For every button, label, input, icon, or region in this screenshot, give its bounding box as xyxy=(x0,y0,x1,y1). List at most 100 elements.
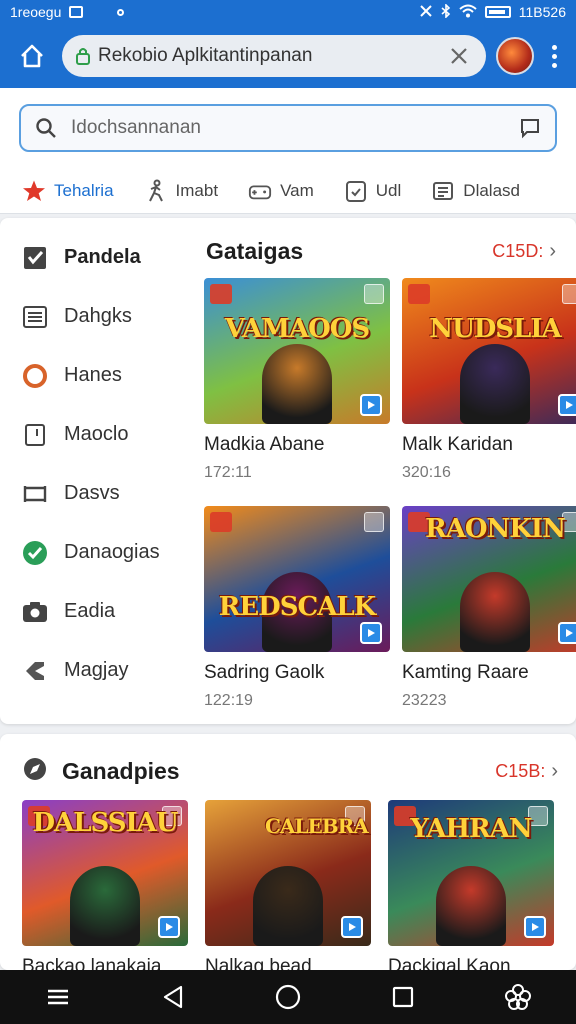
sidebar-item-dasvs[interactable]: Dasvs xyxy=(0,464,186,523)
search-box[interactable] xyxy=(19,104,557,152)
sidebar-item-danaogias[interactable]: Danaogias xyxy=(0,523,186,582)
play-icon xyxy=(360,394,382,416)
tab-dlalasd[interactable]: Dlalasd xyxy=(431,168,520,214)
games-grid-section: Gataigas C15D: › VAMAOOS Madkia Abane 17… xyxy=(186,218,576,724)
character-figure xyxy=(262,344,332,424)
menu-button[interactable] xyxy=(38,977,78,1017)
game-title: Madkia Abane xyxy=(204,434,325,455)
tab-udl[interactable]: Udl xyxy=(344,168,401,214)
hamburger-icon xyxy=(47,989,68,1005)
game-card[interactable]: RAONKIN Kamting Raare 23223 xyxy=(402,506,576,710)
home-button[interactable] xyxy=(12,36,52,76)
game-thumbnail: CALEBRA xyxy=(205,800,371,946)
star-icon xyxy=(22,179,46,203)
camera-icon xyxy=(22,599,48,625)
controller-icon xyxy=(248,179,272,203)
lock-icon xyxy=(76,48,90,65)
dot-icon xyxy=(551,53,557,59)
status-bar: 1reoegu 11B526 xyxy=(0,0,576,24)
sidebar-item-maoclo[interactable]: Maoclo xyxy=(0,405,186,464)
overflow-menu-button[interactable] xyxy=(544,36,564,76)
character-figure xyxy=(436,866,506,946)
sidebar: Pandela Dahgks Hanes Maoclo Dasvs Danaog… xyxy=(0,218,186,724)
genre-badge-icon xyxy=(210,512,232,532)
back-button[interactable] xyxy=(153,977,193,1017)
play-icon xyxy=(558,622,576,644)
genre-badge-icon xyxy=(408,284,430,304)
section-title: Gataigas xyxy=(206,238,304,264)
browser-toolbar: Rekobio Aplkitantinpanan xyxy=(0,24,576,88)
sidebar-item-label: Pandela xyxy=(64,246,141,268)
game-card[interactable]: CALEBRA Nalkag bead xyxy=(205,800,371,970)
sidebar-item-label: Magjay xyxy=(64,659,129,681)
check-circle-icon xyxy=(22,540,48,566)
thumbnail-logo-text: NUDSLIA xyxy=(429,314,561,344)
sidebar-item-label: Eadia xyxy=(64,600,116,622)
ring-icon xyxy=(22,363,48,389)
runner-icon xyxy=(144,179,168,203)
thumbnail-logo-text: YAHRAN xyxy=(410,814,532,844)
tab-imabt[interactable]: Imabt xyxy=(144,168,219,214)
game-thumbnail: VAMAOOS xyxy=(204,278,390,424)
recents-square-icon xyxy=(393,986,414,1008)
thumbnail-logo-text: DALSSIAU xyxy=(32,808,179,838)
sync-icon xyxy=(117,8,125,16)
assistant-button[interactable] xyxy=(498,977,538,1017)
tab-vam[interactable]: Vam xyxy=(248,168,314,214)
bookmark-icon xyxy=(364,284,384,304)
main-content-card: Pandela Dahgks Hanes Maoclo Dasvs Danaog… xyxy=(0,218,576,724)
see-more-link[interactable]: C15D: › xyxy=(492,240,556,263)
game-card[interactable]: YAHRAN Dackigal Kaon xyxy=(388,800,554,970)
see-more-label: C15B: xyxy=(495,761,546,781)
square-icon xyxy=(22,422,48,448)
sidebar-item-eadia[interactable]: Eadia xyxy=(0,582,186,641)
game-card[interactable]: DALSSIAU Backao lanakaia xyxy=(22,800,188,970)
sidebar-item-label: Dahgks xyxy=(64,305,132,327)
sidebar-item-label: Danaogias xyxy=(64,541,160,563)
category-tabs: Tehalria Imabt Vam Udl Dlalasd xyxy=(0,168,576,214)
game-title: Sadring Gaolk xyxy=(204,662,325,683)
compass-icon xyxy=(22,756,48,787)
list-icon xyxy=(22,304,48,330)
sidebar-item-hanes[interactable]: Hanes xyxy=(0,346,186,405)
sidebar-item-label: Maoclo xyxy=(64,423,129,445)
sidebar-item-magjay[interactable]: Magjay xyxy=(0,641,186,700)
tab-label: Imabt xyxy=(175,180,219,200)
game-stat: 320:16 xyxy=(402,464,451,481)
tag-icon xyxy=(22,658,48,684)
search-icon xyxy=(36,118,56,138)
game-card[interactable]: VAMAOOS Madkia Abane 172:11 xyxy=(204,278,390,482)
game-card[interactable]: NUDSLIA Malk Karidan 320:16 xyxy=(402,278,576,482)
system-navigation-bar xyxy=(0,970,576,1024)
address-bar[interactable]: Rekobio Aplkitantinpanan xyxy=(62,35,486,77)
genre-badge-icon xyxy=(210,284,232,304)
thumbnail-logo-text: VAMAOOS xyxy=(224,314,370,344)
game-thumbnail: NUDSLIA xyxy=(402,278,576,424)
play-icon xyxy=(158,916,180,938)
tab-label: Vam xyxy=(280,180,314,200)
game-title: Nalkag bead xyxy=(205,956,312,970)
recents-button[interactable] xyxy=(383,977,423,1017)
extension-button[interactable] xyxy=(496,37,534,75)
game-stat: 122:19 xyxy=(204,692,253,709)
address-text: Rekobio Aplkitantinpanan xyxy=(98,45,313,66)
chevron-right-icon: › xyxy=(549,240,556,262)
see-more-label: C15D: xyxy=(492,241,544,261)
tab-tehalria[interactable]: Tehalria xyxy=(22,168,114,214)
game-thumbnail: RAONKIN xyxy=(402,506,576,652)
sidebar-item-pandela[interactable]: Pandela xyxy=(0,228,186,287)
sidebar-item-dahgks[interactable]: Dahgks xyxy=(0,287,186,346)
character-figure xyxy=(253,866,323,946)
tab-label: Tehalria xyxy=(54,180,114,200)
game-card[interactable]: REDSCALK Sadring Gaolk 122:19 xyxy=(204,506,390,710)
nfc-icon xyxy=(419,4,433,21)
see-more-link[interactable]: C15B: › xyxy=(495,760,558,783)
flower-icon xyxy=(505,984,532,1010)
search-input[interactable] xyxy=(71,117,505,139)
clear-address-button[interactable] xyxy=(446,43,472,69)
dot-icon xyxy=(551,62,557,68)
chat-icon[interactable] xyxy=(519,117,541,139)
tab-label: Dlalasd xyxy=(463,180,520,200)
home-nav-button[interactable] xyxy=(268,977,308,1017)
play-icon xyxy=(524,916,546,938)
